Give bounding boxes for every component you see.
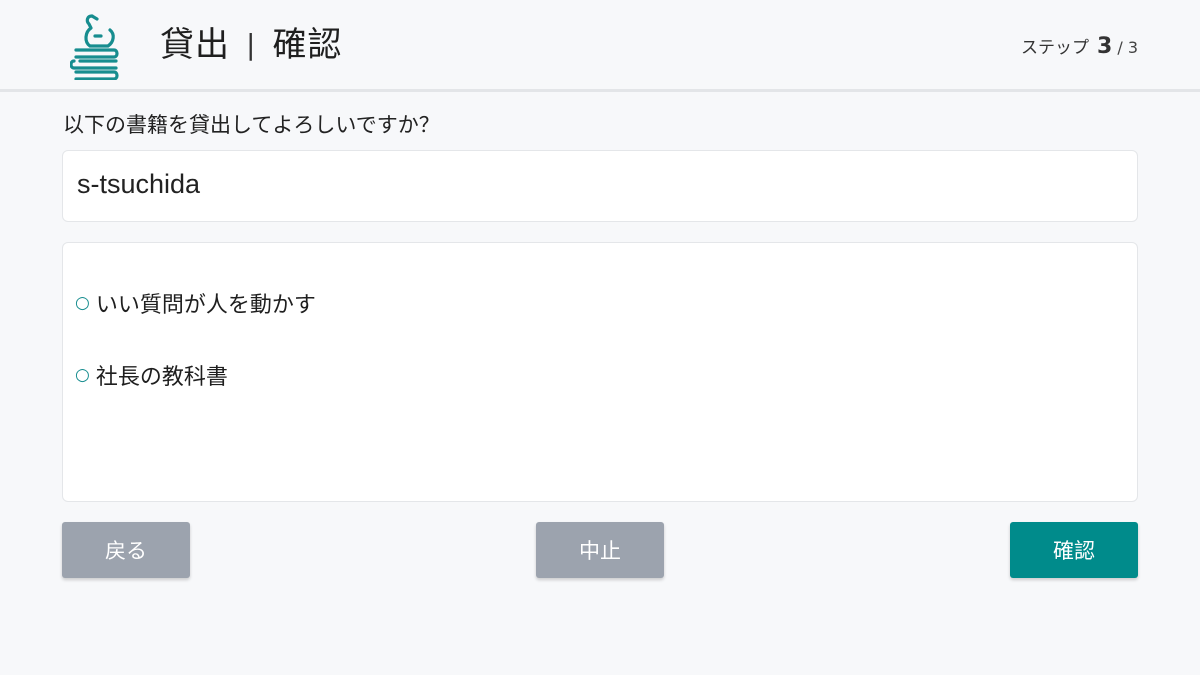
title-separator: | <box>246 28 257 61</box>
book-list: ○ いい質問が人を動かす ○ 社長の教科書 <box>62 242 1138 502</box>
step-label: ステップ <box>1021 38 1090 58</box>
step-indicator: ステップ 3 / 3 <box>1021 33 1138 59</box>
page-title: 貸出 | 確認 <box>160 22 342 68</box>
list-item: ○ いい質問が人を動かす <box>75 287 316 319</box>
confirmation-question: 以下の書籍を貸出してよろしいですか？ <box>63 113 440 137</box>
bird-on-books-icon <box>70 14 119 80</box>
back-button[interactable]: 戻る <box>62 522 190 578</box>
book-title: 社長の教科書 <box>95 365 228 390</box>
cancel-button[interactable]: 中止 <box>536 522 664 578</box>
list-item: ○ 社長の教科書 <box>75 359 228 391</box>
circle-bullet-icon: ○ <box>75 293 90 313</box>
user-id: s-tsuchida <box>77 169 201 199</box>
page-title-main: 貸出 <box>160 25 230 65</box>
user-card: s-tsuchida <box>62 150 1138 222</box>
confirm-button[interactable]: 確認 <box>1010 522 1138 578</box>
step-total: / 3 <box>1117 38 1138 57</box>
circle-bullet-icon: ○ <box>75 365 90 385</box>
book-title: いい質問が人を動かす <box>95 293 316 318</box>
step-current: 3 <box>1097 34 1113 59</box>
page-title-sub: 確認 <box>272 25 343 65</box>
app-header: 貸出 | 確認 ステップ 3 / 3 <box>0 0 1200 92</box>
